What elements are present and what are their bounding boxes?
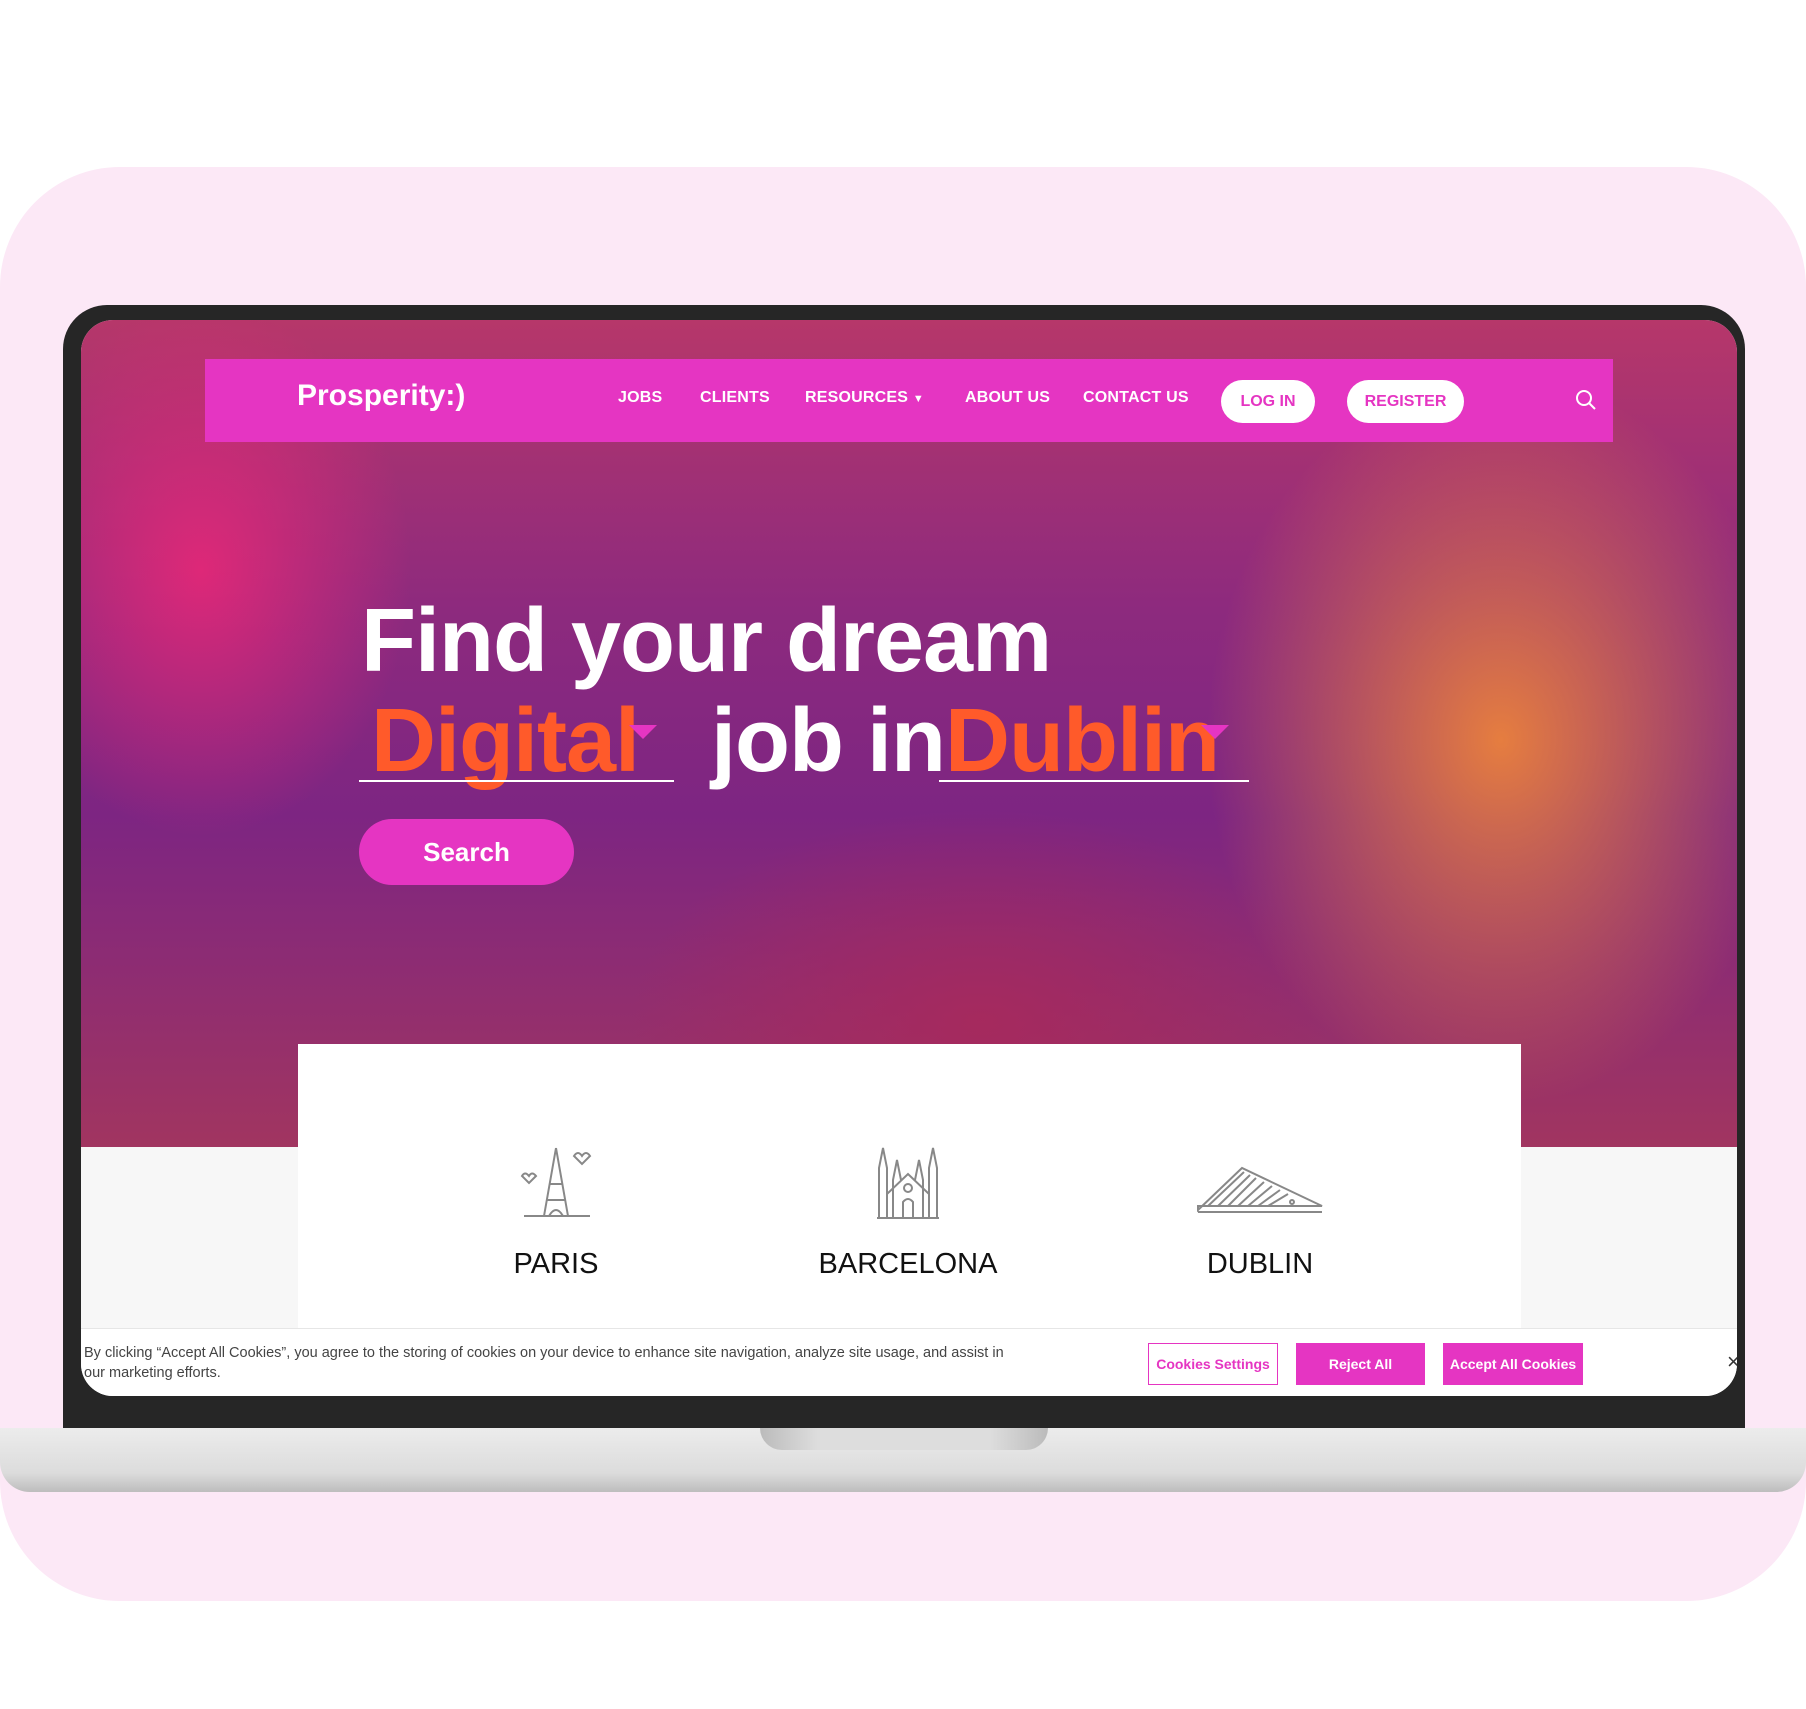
navbar: Prosperity:) JOBS CLIENTS RESOURCES ▼ AB… [205, 359, 1613, 442]
hero-title: Find your dream [361, 591, 1052, 691]
login-button[interactable]: LOG IN [1221, 380, 1315, 423]
cookies-settings-button[interactable]: Cookies Settings [1148, 1343, 1278, 1385]
close-icon[interactable]: × [1727, 1349, 1737, 1375]
category-select[interactable]: Digital [371, 690, 640, 793]
city-dublin[interactable]: DUBLIN [1110, 1144, 1410, 1281]
nav-contact[interactable]: CONTACT US [1083, 389, 1189, 407]
harp-bridge-icon [1197, 1166, 1323, 1213]
location-select[interactable]: Dublin [945, 690, 1220, 793]
nav-clients[interactable]: CLIENTS [700, 389, 770, 407]
city-barcelona[interactable]: BARCELONA [758, 1144, 1058, 1281]
location-caret-icon [1201, 725, 1229, 739]
city-label: DUBLIN [1206, 1248, 1314, 1280]
location-underline [939, 780, 1249, 782]
nav-jobs[interactable]: JOBS [618, 389, 662, 407]
hero-section: Prosperity:) JOBS CLIENTS RESOURCES ▼ AB… [81, 320, 1737, 1147]
register-button[interactable]: REGISTER [1347, 380, 1464, 423]
accept-all-cookies-button[interactable]: Accept All Cookies [1443, 1343, 1583, 1385]
caret-down-icon: ▼ [912, 393, 924, 405]
eiffel-tower-icon [520, 1147, 592, 1217]
hero-middle-text: job in [711, 691, 946, 791]
nav-resources-label: RESOURCES [805, 389, 909, 406]
laptop-screen: Prosperity:) JOBS CLIENTS RESOURCES ▼ AB… [81, 320, 1737, 1396]
city-label: PARIS [513, 1248, 599, 1280]
reject-all-button[interactable]: Reject All [1296, 1343, 1425, 1385]
category-caret-icon [629, 725, 657, 739]
sagrada-familia-icon [877, 1147, 939, 1219]
nav-resources[interactable]: RESOURCES ▼ [805, 389, 924, 407]
search-icon[interactable] [1575, 389, 1597, 416]
logo[interactable]: Prosperity:) [297, 379, 465, 413]
city-paris[interactable]: PARIS [406, 1144, 706, 1281]
laptop-notch [760, 1428, 1048, 1450]
search-button[interactable]: Search [359, 819, 574, 885]
cities-card: PARIS BARCELONA DUBLIN [298, 1044, 1521, 1334]
cookie-banner: By clicking “Accept All Cookies”, you ag… [81, 1328, 1737, 1396]
cookie-text: By clicking “Accept All Cookies”, you ag… [84, 1345, 1004, 1381]
category-underline [359, 780, 674, 782]
city-label: BARCELONA [818, 1248, 998, 1280]
nav-about[interactable]: ABOUT US [965, 389, 1050, 407]
